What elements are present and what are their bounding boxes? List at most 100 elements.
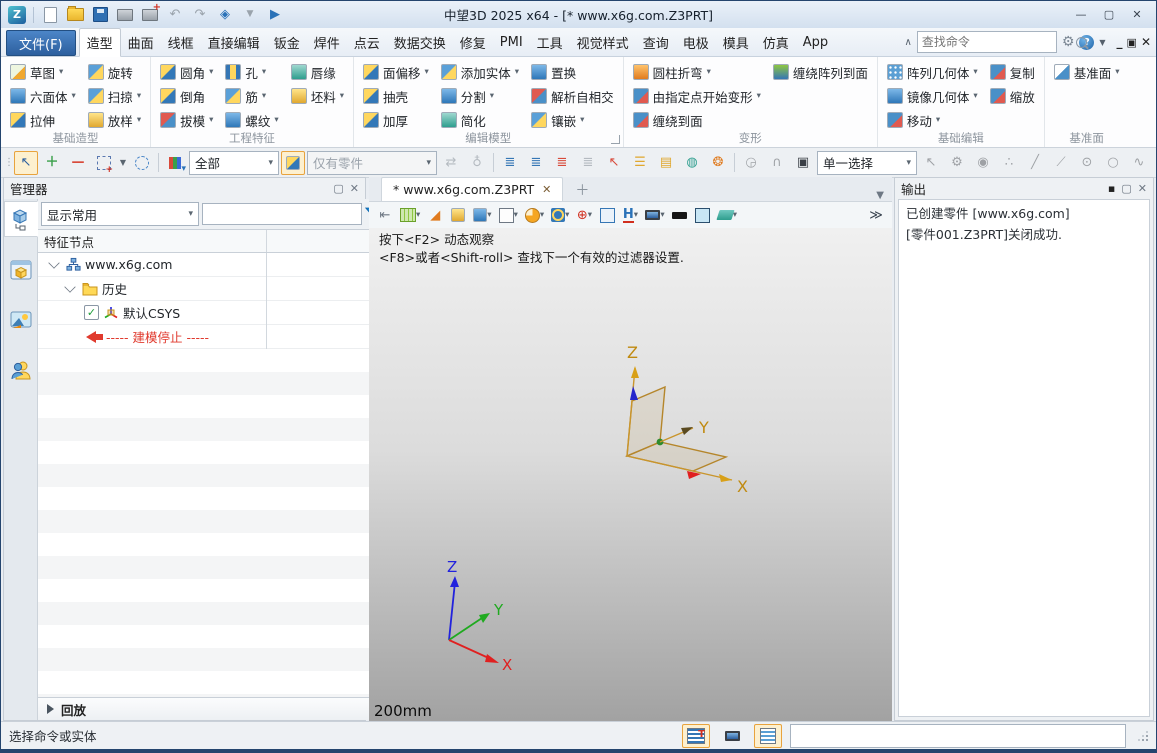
tab-point-cloud[interactable]: 点云: [347, 28, 387, 56]
save-icon[interactable]: [91, 7, 109, 23]
tree-row-history[interactable]: 历史: [38, 277, 385, 301]
manager-close-icon[interactable]: ✕: [350, 182, 359, 195]
preview-window-icon[interactable]: [599, 206, 615, 224]
dark-frame-icon[interactable]: ▣: [791, 151, 815, 175]
role-manager-icon[interactable]: [5, 353, 37, 387]
remove-from-selection-icon[interactable]: —: [66, 151, 90, 175]
shell-button[interactable]: 抽壳: [361, 84, 431, 108]
list-manager-icon[interactable]: ☰: [628, 151, 652, 175]
status-command-input[interactable]: [790, 724, 1126, 748]
tab-shape[interactable]: 造型: [79, 28, 121, 57]
tab-tools[interactable]: 工具: [530, 28, 570, 56]
document-tab[interactable]: * www.x6g.com.Z3PRT ✕: [381, 177, 563, 201]
history-manager-icon[interactable]: [4, 201, 38, 237]
add-to-selection-icon[interactable]: ＋: [40, 151, 64, 175]
app-logo-icon[interactable]: Z: [8, 6, 26, 24]
datum-plane-button[interactable]: 基准面▾: [1052, 60, 1122, 84]
minimize-icon[interactable]: —: [1068, 6, 1094, 24]
undo-icon[interactable]: ↶: [166, 7, 184, 23]
print-batch-icon[interactable]: [141, 7, 159, 23]
ui-toggle-icon[interactable]: [682, 724, 710, 748]
cylindrical-bend-button[interactable]: 圆柱折弯▾: [631, 60, 763, 84]
command-search[interactable]: [917, 31, 1057, 53]
pick-filter-icon[interactable]: ↖: [14, 151, 38, 175]
prompt-list-icon[interactable]: [754, 724, 782, 748]
tab-simulation[interactable]: 仿真: [756, 28, 796, 56]
window-select-caret-icon[interactable]: ▼: [118, 151, 128, 175]
pattern-geometry-button[interactable]: 阵列几何体▾: [885, 60, 980, 84]
replace-button[interactable]: 置换: [529, 60, 616, 84]
fillet-button[interactable]: 圆角▾: [158, 60, 215, 84]
output-dock-icon[interactable]: ▪: [1108, 182, 1115, 195]
tab-inquire[interactable]: 查询: [636, 28, 676, 56]
tab-wireframe[interactable]: 线框: [161, 28, 201, 56]
selection-mode-dropdown[interactable]: 单一选择▾: [817, 151, 917, 175]
wireframe-cube-icon[interactable]: ▾: [499, 206, 518, 224]
divide-button[interactable]: 分割▾: [439, 84, 521, 108]
hole-button[interactable]: 孔▾: [223, 60, 280, 84]
view-toolbar-overflow-icon[interactable]: ≫: [868, 206, 884, 224]
scale-button[interactable]: 缩放: [988, 84, 1037, 108]
simplify-button[interactable]: 简化: [439, 108, 521, 132]
zoom-window-icon[interactable]: ▾: [551, 206, 569, 224]
new-file-icon[interactable]: [41, 7, 59, 23]
rib-button[interactable]: 筋▾: [223, 84, 280, 108]
tab-weldment[interactable]: 焊件: [307, 28, 347, 56]
monitor-icon[interactable]: [718, 724, 746, 748]
revolve-button[interactable]: 旋转: [86, 60, 143, 84]
sketch-env-icon[interactable]: ▾: [400, 206, 420, 224]
close-icon[interactable]: ✕: [1124, 6, 1150, 24]
doc-restore-icon[interactable]: ▣: [1127, 36, 1137, 49]
history-rollback-icon[interactable]: ≣: [524, 151, 548, 175]
curve-list-icon[interactable]: ▤: [654, 151, 678, 175]
visual-manager-icon[interactable]: [5, 253, 37, 287]
tab-close-icon[interactable]: ✕: [542, 183, 551, 196]
thread-button[interactable]: 螺纹▾: [223, 108, 280, 132]
print-icon[interactable]: [116, 7, 134, 23]
filter-bars-icon[interactable]: [163, 151, 187, 175]
tab-visual-style[interactable]: 视觉样式: [570, 28, 636, 56]
file-menu-button[interactable]: 文件(F): [6, 30, 76, 56]
axis-target-icon[interactable]: ⊕▾: [576, 206, 592, 224]
new-tab-icon[interactable]: ＋: [563, 178, 601, 201]
restore-icon[interactable]: ▢: [1096, 6, 1122, 24]
loft-button[interactable]: 放样▾: [86, 108, 143, 132]
history-play-icon[interactable]: ≣: [550, 151, 574, 175]
entity-filter-dropdown[interactable]: 全部▾: [189, 151, 279, 175]
copy-button[interactable]: 复制: [988, 60, 1037, 84]
box-button[interactable]: 六面体▾: [8, 84, 78, 108]
display-filter-dropdown[interactable]: 显示常用▾: [41, 202, 199, 226]
tab-mold[interactable]: 模具: [716, 28, 756, 56]
inlay-button[interactable]: 镶嵌▾: [529, 108, 616, 132]
extrude-button[interactable]: 拉伸: [8, 108, 78, 132]
section-view-icon[interactable]: ▾: [525, 206, 544, 224]
render-monitor-icon[interactable]: ▾: [645, 206, 664, 224]
modeling-canvas[interactable]: 按下<F2> 动态观察 <F8>或者<Shift-roll> 查找下一个有效的过…: [369, 228, 892, 721]
redline-cursor-icon[interactable]: ↖: [602, 151, 626, 175]
tab-data-exchange[interactable]: 数据交换: [387, 28, 453, 56]
wrap-to-face-button[interactable]: 缠绕到面: [631, 108, 763, 132]
tree-row-root[interactable]: www.x6g.com: [38, 253, 385, 277]
black-style-icon[interactable]: [672, 206, 688, 224]
face-offset-button[interactable]: 面偏移▾: [361, 60, 431, 84]
lasso-select-icon[interactable]: [130, 151, 154, 175]
checkbox-checked-icon[interactable]: ✓: [84, 305, 99, 320]
deform-from-point-button[interactable]: 由指定点开始变形▾: [631, 84, 763, 108]
blue-style-icon[interactable]: [695, 206, 711, 224]
csys-filter-icon[interactable]: [281, 151, 305, 175]
draft-button[interactable]: 拔模▾: [158, 108, 215, 132]
eraser-icon[interactable]: ◢: [427, 206, 443, 224]
help-caret-icon[interactable]: ▼: [1099, 38, 1105, 47]
thicken-button[interactable]: 加厚: [361, 108, 431, 132]
tab-list-icon[interactable]: ▼: [876, 190, 892, 201]
tab-repair[interactable]: 修复: [453, 28, 493, 56]
move-button[interactable]: 移动▾: [885, 108, 980, 132]
chamfer-button[interactable]: 倒角: [158, 84, 215, 108]
tab-direct-edit[interactable]: 直接编辑: [201, 28, 267, 56]
tree-search-input[interactable]: [202, 203, 362, 225]
tree-column-header[interactable]: 特征节点: [38, 229, 385, 253]
default-csys-datum[interactable]: Z Y X: [597, 338, 787, 528]
settings-gear-icon[interactable]: ⚙: [1062, 34, 1075, 50]
sweep-button[interactable]: 扫掠▾: [86, 84, 143, 108]
tab-pmi[interactable]: PMI: [493, 28, 530, 56]
